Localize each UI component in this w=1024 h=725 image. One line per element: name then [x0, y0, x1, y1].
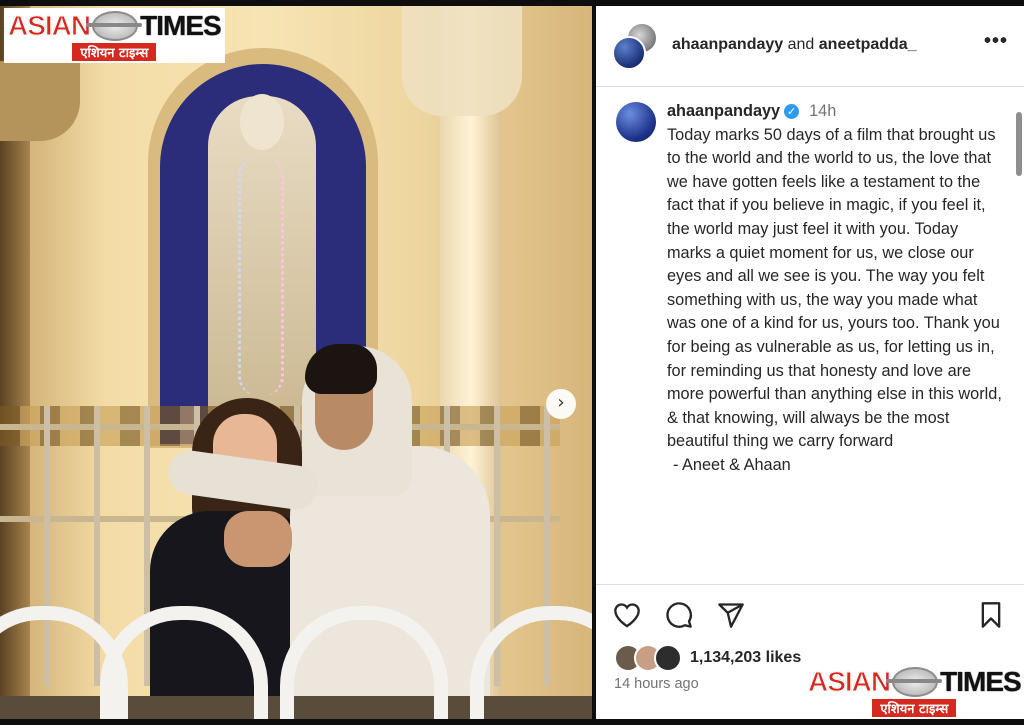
left-pillar-capital: [0, 61, 80, 141]
action-bar: [612, 600, 1008, 632]
bookmark-icon[interactable]: [976, 600, 1006, 630]
post-caption: ahaanpandayy ✓ 14h Today marks 50 days of …: [667, 100, 1002, 478]
asian-times-logo: ASIAN TIMES एशियन टाइम्स: [4, 8, 225, 63]
caption-text: Today marks 50 days of a film that broug…: [667, 125, 1002, 451]
right-pillar-capital: [402, 6, 522, 116]
collab-usernames: ahaanpandayy and aneetpadda_: [672, 36, 917, 53]
asian-times-logo: ASIAN TIMES एशियन टाइम्स: [804, 664, 1024, 719]
post-timestamp[interactable]: 14 hours ago: [614, 676, 699, 692]
more-horizontal-icon[interactable]: •••: [984, 30, 1008, 53]
statue-lights: [238, 156, 284, 396]
post-photo[interactable]: ›: [0, 6, 592, 719]
post-panel: ahaanpandayy and aneetpadda_ ••• ahaanpa…: [596, 6, 1024, 719]
divider: [596, 584, 1024, 585]
verified-badge-icon: ✓: [784, 104, 800, 119]
avatar: [654, 644, 682, 672]
post-header: ahaanpandayy and aneetpadda_ •••: [596, 6, 1024, 87]
avatar[interactable]: [612, 36, 646, 70]
username-link[interactable]: ahaanpandayy: [672, 36, 783, 53]
username-link[interactable]: aneetpadda_: [819, 36, 917, 53]
globe-icon: [886, 667, 943, 697]
clasped-hands: [224, 511, 292, 567]
likes-count[interactable]: 1,134,203 likes: [690, 649, 801, 667]
avatar[interactable]: [616, 102, 656, 142]
chevron-right-icon[interactable]: ›: [546, 389, 576, 419]
likes-row[interactable]: 1,134,203 likes: [614, 644, 801, 672]
collab-avatars[interactable]: [612, 22, 658, 70]
caption-signature: - Aneet & Ahaan: [673, 455, 791, 474]
post-time[interactable]: 14h: [809, 102, 836, 120]
scrollbar[interactable]: [1016, 112, 1022, 176]
heart-icon[interactable]: [612, 600, 642, 630]
send-icon[interactable]: [716, 600, 746, 630]
caption-username[interactable]: ahaanpandayy: [667, 102, 780, 120]
man-hair: [305, 344, 377, 394]
comment-icon[interactable]: [664, 600, 694, 630]
statue-head: [240, 94, 284, 150]
globe-icon: [86, 11, 143, 41]
